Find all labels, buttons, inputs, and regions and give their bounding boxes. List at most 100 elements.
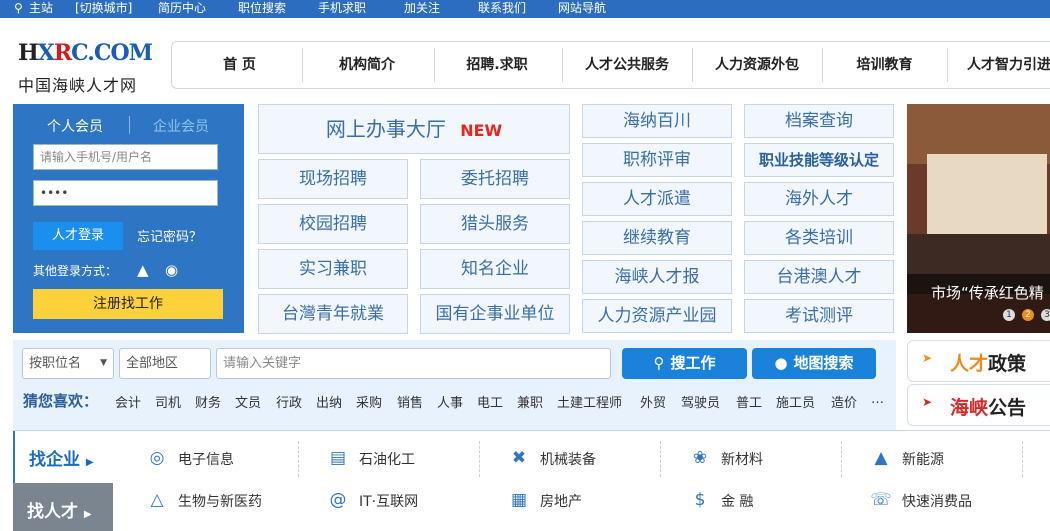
password-input[interactable]: •••• — [33, 180, 218, 206]
map-search-button[interactable]: ● 地图搜索 — [752, 348, 876, 379]
service-exam-assessment[interactable]: 考试测评 — [744, 299, 894, 333]
notice-label: 政策 — [988, 353, 1027, 375]
nav-training[interactable]: 培训教育 — [827, 42, 942, 88]
service-title-review[interactable]: 职称评审 — [582, 143, 732, 177]
wechat-icon[interactable]: ◉ — [165, 261, 183, 279]
switch-city-link[interactable]: [切换城市] — [75, 0, 132, 16]
keyword-tag[interactable]: 电工 — [477, 392, 503, 411]
category-new-materials[interactable]: 新材料 — [721, 449, 763, 469]
talent-policy-button[interactable]: ➤ 人才政策 — [907, 340, 1050, 382]
service-hk-macao-tw-talent[interactable]: 台港澳人才 — [744, 260, 894, 294]
service-state-enterprise[interactable]: 国有企事业单位 — [420, 294, 570, 334]
nav-hr-outsourcing[interactable]: 人力资源外包 — [697, 42, 817, 88]
tab-find-enterprise[interactable]: 找企业 ▶ — [13, 431, 113, 483]
search-panel: 按职位名 ▼ 全部地区 请输入关键字 ⚲ 搜工作 ● 地图搜索 猜您喜欢： 会计 司机… — [13, 340, 896, 430]
service-overseas-talent[interactable]: 海外人才 — [744, 182, 894, 216]
service-haina-baichuan[interactable]: 海纳百川 — [582, 104, 732, 138]
category-real-estate[interactable]: 房地产 — [540, 491, 582, 511]
nav-about[interactable]: 机构简介 — [307, 42, 427, 88]
notice-label: 公告 — [988, 397, 1027, 419]
service-hr-industrial-park[interactable]: 人力资源产业园 — [582, 299, 732, 333]
keyword-more[interactable]: … — [871, 392, 884, 407]
category-finance[interactable]: 金 融 — [721, 491, 753, 511]
tab-company-member[interactable]: 企业会员 — [153, 116, 209, 136]
category-electronics[interactable]: 电子信息 — [178, 449, 234, 469]
keyword-tag[interactable]: 兼职 — [517, 392, 543, 411]
register-button[interactable]: 注册找工作 — [33, 289, 223, 319]
category-biomedicine[interactable]: 生物与新医药 — [178, 491, 262, 511]
category-fmcg[interactable]: 快速消费品 — [902, 491, 972, 511]
position-select[interactable]: 按职位名 ▼ — [22, 348, 114, 379]
talent-login-button[interactable]: 人才登录 — [33, 222, 123, 250]
search-icon: ⚲ — [653, 354, 665, 372]
keyword-tag[interactable]: 土建工程师 — [557, 392, 622, 411]
strait-notice-button[interactable]: ➤ 海峡公告 — [907, 384, 1050, 426]
service-training[interactable]: 各类培训 — [744, 221, 894, 255]
news-banner[interactable]: 市场“传承红色精 1 2 3 — [907, 104, 1050, 333]
nav-public-service[interactable]: 人才公共服务 — [567, 42, 687, 88]
tab-find-talent[interactable]: 找人才 ▶ — [13, 483, 113, 531]
service-campus-recruit[interactable]: 校园招聘 — [258, 204, 408, 244]
service-archive-query[interactable]: 档案查询 — [744, 104, 894, 138]
main-nav: 首 页 机构简介 招聘.求职 人才公共服务 人力资源外包 培训教育 人才智力引进 — [171, 41, 1050, 89]
keyword-tag[interactable]: 施工员 — [776, 392, 815, 411]
map-search-label: 地图搜索 — [793, 354, 854, 372]
topbar-link-job-search[interactable]: 职位搜索 — [238, 0, 286, 16]
keyword-tag[interactable]: 财务 — [195, 392, 221, 411]
topbar-link-mobile[interactable]: 手机求职 — [318, 0, 366, 16]
nav-talent-introduction[interactable]: 人才智力引进 — [952, 42, 1050, 88]
keyword-tag[interactable]: 文员 — [235, 392, 261, 411]
keyword-tag[interactable]: 造价 — [831, 392, 857, 411]
keyword-tag[interactable]: 会计 — [115, 392, 141, 411]
service-taiwan-youth[interactable]: 台灣青年就業 — [258, 294, 408, 334]
service-headhunting[interactable]: 猎头服务 — [420, 204, 570, 244]
category-machinery[interactable]: 机械装备 — [540, 449, 596, 469]
category-section: 找企业 ▶ 找人才 ▶ ◎ 电子信息 ▤ 石油化工 ✖ 机械装备 ❀ 新材料 ▲… — [13, 430, 1050, 531]
keyword-tag[interactable]: 驾驶员 — [681, 392, 720, 411]
service-entrusted-recruit[interactable]: 委托招聘 — [420, 159, 570, 199]
service-continuing-education[interactable]: 继续教育 — [582, 221, 732, 255]
category-new-energy[interactable]: 新能源 — [902, 449, 944, 469]
forgot-password-link[interactable]: 忘记密码？ — [137, 226, 202, 245]
online-hall-button[interactable]: 网上办事大厅 NEW — [258, 104, 570, 154]
area-select[interactable]: 全部地区 — [119, 348, 211, 379]
keyword-tag[interactable]: 采购 — [356, 392, 382, 411]
topbar-link-resume[interactable]: 简历中心 — [158, 0, 206, 16]
service-internship[interactable]: 实习兼职 — [258, 249, 408, 289]
keyword-tag[interactable]: 司机 — [155, 392, 181, 411]
banner-caption: 市场“传承红色精 — [907, 274, 1050, 333]
topbar-link-contact[interactable]: 联系我们 — [478, 0, 526, 16]
banner-dot-1[interactable]: 1 — [1003, 309, 1015, 321]
online-hall-label: 网上办事大厅 — [325, 117, 446, 141]
keyword-tag[interactable]: 销售 — [397, 392, 423, 411]
service-skill-certification[interactable]: 职业技能等级认定 — [744, 143, 894, 177]
service-onsite-recruit[interactable]: 现场招聘 — [258, 159, 408, 199]
service-dispatch[interactable]: 人才派遣 — [582, 182, 732, 216]
keyword-tag[interactable]: 人事 — [437, 392, 463, 411]
tab-personal-member[interactable]: 个人会员 — [47, 116, 103, 136]
topbar-link-follow[interactable]: 加关注 — [404, 0, 440, 16]
search-job-button[interactable]: ⚲ 搜工作 — [622, 348, 747, 379]
topbar-link-sitemap[interactable]: 网站导航 — [558, 0, 606, 16]
site-logo[interactable]: HXRC.COM 中国海峡人才网 — [18, 40, 158, 96]
keyword-tag[interactable]: 行政 — [276, 392, 302, 411]
material-icon: ❀ — [692, 448, 708, 468]
username-input[interactable]: 请输入手机号/用户名 — [33, 144, 218, 170]
banner-dot-3[interactable]: 3 — [1041, 309, 1050, 321]
qq-icon[interactable]: ▲ — [137, 261, 155, 279]
keyword-input[interactable]: 请输入关键字 — [216, 348, 611, 379]
nav-recruit[interactable]: 招聘.求职 — [437, 42, 557, 88]
keyword-tag[interactable]: 外贸 — [640, 392, 666, 411]
banner-dot-2[interactable]: 2 — [1022, 309, 1034, 321]
wrench-icon: ✖ — [511, 448, 527, 468]
service-strait-talent-news[interactable]: 海峡人才报 — [582, 260, 732, 294]
category-petrochemical[interactable]: 石油化工 — [359, 449, 415, 469]
keyword-tag[interactable]: 出纳 — [316, 392, 342, 411]
triangle-right-icon: ▶ — [85, 457, 94, 468]
service-famous-companies[interactable]: 知名企业 — [420, 249, 570, 289]
at-icon: @ — [329, 490, 347, 510]
nav-home[interactable]: 首 页 — [182, 42, 297, 88]
keyword-tag[interactable]: 普工 — [736, 392, 762, 411]
notice-highlight: 人才 — [950, 353, 989, 375]
category-it-internet[interactable]: IT·互联网 — [359, 491, 418, 511]
